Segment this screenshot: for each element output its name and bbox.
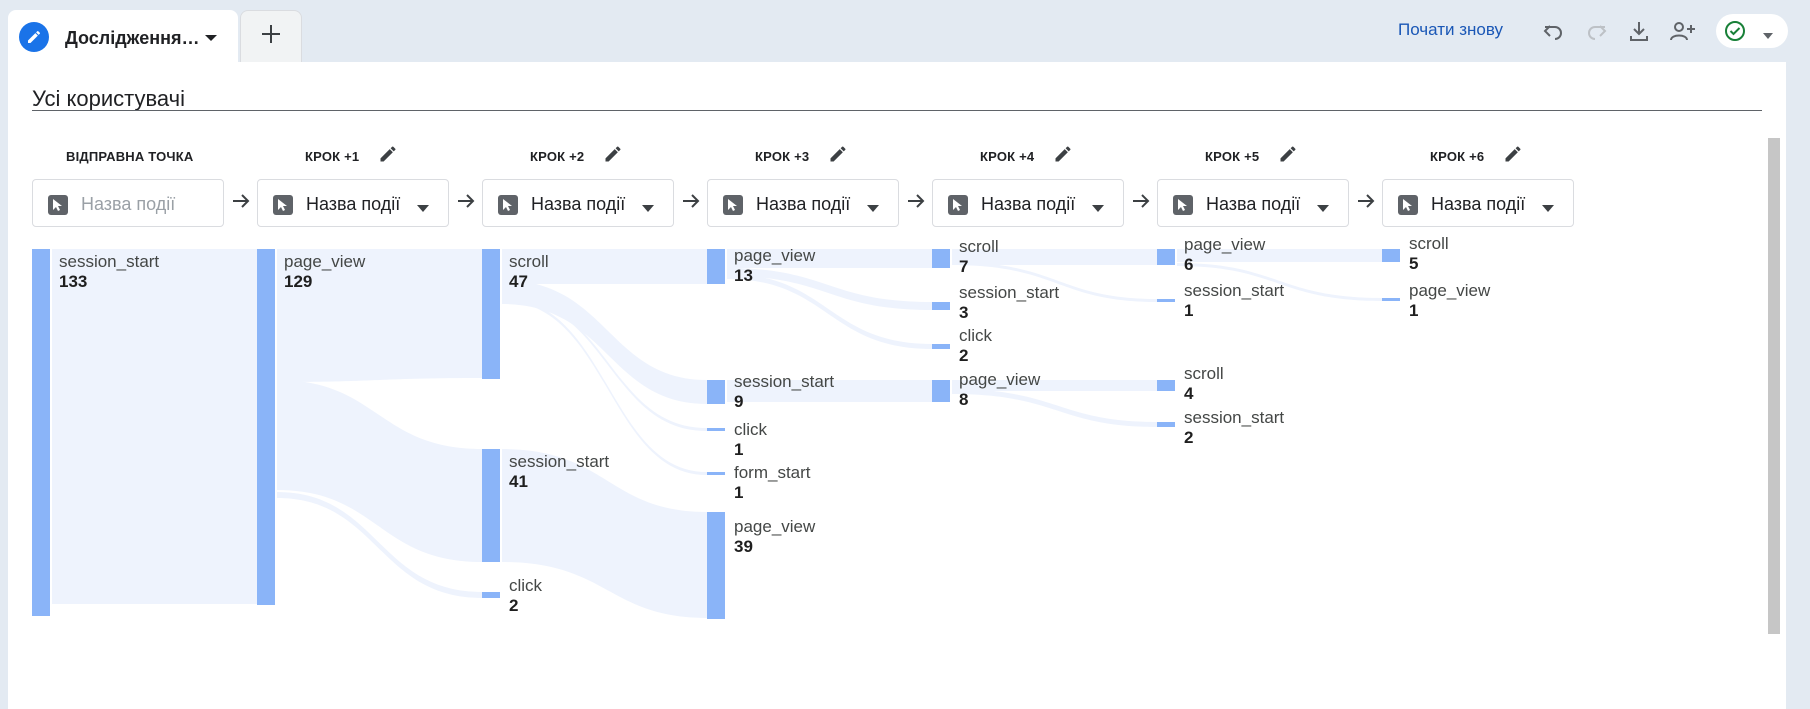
node-bar[interactable] bbox=[707, 428, 725, 431]
node-label: session_start bbox=[1184, 281, 1285, 300]
chevron-down-icon bbox=[1762, 27, 1774, 45]
node-value: 9 bbox=[734, 392, 744, 411]
node-bar[interactable] bbox=[707, 249, 725, 284]
node-label: page_view bbox=[734, 517, 816, 536]
pencil-icon bbox=[19, 22, 49, 52]
node-bar[interactable] bbox=[1157, 249, 1175, 265]
download-icon[interactable] bbox=[1624, 16, 1654, 46]
check-circle-icon bbox=[1724, 20, 1746, 47]
node-value: 2 bbox=[959, 346, 969, 365]
undo-icon[interactable] bbox=[1538, 16, 1568, 46]
node-value: 133 bbox=[59, 272, 88, 291]
node-bar[interactable] bbox=[1157, 380, 1175, 391]
node-bar[interactable] bbox=[1382, 249, 1400, 262]
node-value: 5 bbox=[1409, 254, 1419, 273]
node-bar[interactable] bbox=[932, 302, 950, 310]
node-bar[interactable] bbox=[707, 512, 725, 619]
node-label: session_start bbox=[734, 372, 835, 391]
node-label: page_view bbox=[734, 246, 816, 265]
node-value: 7 bbox=[959, 257, 969, 276]
node-value: 2 bbox=[1184, 428, 1194, 447]
flow-link bbox=[952, 389, 1157, 427]
flow-link bbox=[277, 380, 482, 562]
node-bar[interactable] bbox=[1157, 422, 1175, 427]
node-label: page_view bbox=[959, 370, 1041, 389]
chevron-down-icon[interactable] bbox=[204, 30, 218, 48]
node-label: session_start bbox=[959, 283, 1060, 302]
node-bar[interactable] bbox=[482, 449, 500, 562]
node-value: 129 bbox=[284, 272, 313, 291]
node-label: session_start bbox=[59, 252, 160, 271]
path-flow-diagram bbox=[32, 249, 1400, 619]
node-value: 41 bbox=[509, 472, 528, 491]
node-bar[interactable] bbox=[482, 249, 500, 379]
add-tab-button[interactable] bbox=[240, 10, 302, 62]
node-value: 6 bbox=[1184, 255, 1194, 274]
node-value: 2 bbox=[509, 596, 519, 615]
plus-icon bbox=[260, 23, 282, 50]
node-value: 13 bbox=[734, 266, 753, 285]
node-bar[interactable] bbox=[707, 380, 725, 404]
node-value: 1 bbox=[1409, 301, 1419, 320]
node-bar[interactable] bbox=[1382, 298, 1400, 301]
node-label: click bbox=[509, 576, 543, 595]
exploration-tab[interactable]: Дослідження… bbox=[8, 10, 238, 62]
node-value: 8 bbox=[959, 390, 969, 409]
node-bar[interactable] bbox=[707, 472, 725, 475]
redo-icon[interactable] bbox=[1582, 16, 1612, 46]
share-user-icon[interactable] bbox=[1668, 16, 1698, 46]
node-label: scroll bbox=[1184, 364, 1224, 383]
node-value: 47 bbox=[509, 272, 528, 291]
node-bar[interactable] bbox=[1157, 299, 1175, 302]
node-label: form_start bbox=[734, 463, 811, 482]
node-bar[interactable] bbox=[932, 344, 950, 349]
path-exploration-panel: Усі користувачі ВІДПРАВНА ТОЧКА КРОК +1 … bbox=[8, 62, 1786, 709]
node-value: 1 bbox=[734, 483, 744, 502]
node-bar[interactable] bbox=[257, 249, 275, 605]
node-value: 1 bbox=[1184, 301, 1194, 320]
node-label: page_view bbox=[1409, 281, 1491, 300]
node-value: 3 bbox=[959, 303, 969, 322]
node-label: click bbox=[734, 420, 768, 439]
node-label: click bbox=[959, 326, 993, 345]
vertical-scrollbar[interactable] bbox=[1768, 138, 1780, 634]
node-label: page_view bbox=[284, 252, 366, 271]
node-label: scroll bbox=[509, 252, 549, 271]
restart-button[interactable]: Почати знову bbox=[1398, 20, 1503, 40]
node-label: scroll bbox=[959, 237, 999, 256]
node-label: session_start bbox=[509, 452, 610, 471]
node-bar[interactable] bbox=[932, 380, 950, 402]
node-label: page_view bbox=[1184, 235, 1266, 254]
flow-link bbox=[727, 268, 932, 310]
node-bar[interactable] bbox=[482, 592, 500, 598]
node-label: session_start bbox=[1184, 408, 1285, 427]
status-menu[interactable] bbox=[1716, 14, 1788, 48]
node-value: 1 bbox=[734, 440, 744, 459]
node-bar[interactable] bbox=[932, 249, 950, 268]
node-bar[interactable] bbox=[32, 249, 50, 616]
flow-link bbox=[727, 274, 932, 349]
flow-link bbox=[502, 294, 707, 431]
tab-title: Дослідження… bbox=[65, 28, 200, 48]
node-value: 4 bbox=[1184, 384, 1194, 403]
node-value: 39 bbox=[734, 537, 753, 556]
flow-link bbox=[52, 249, 257, 604]
top-bar: Дослідження… Почати знову bbox=[0, 0, 1810, 62]
node-label: scroll bbox=[1409, 234, 1449, 253]
